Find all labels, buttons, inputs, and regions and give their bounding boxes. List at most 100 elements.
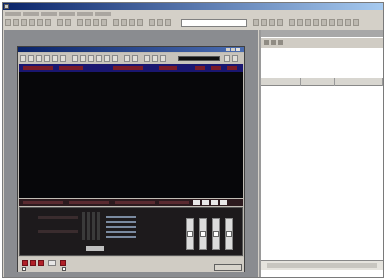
menu-item-5[interactable]	[77, 12, 93, 16]
toolbar-button[interactable]	[297, 19, 303, 26]
toolbar-button[interactable]	[289, 19, 295, 26]
track-tool-button[interactable]	[224, 55, 230, 62]
status-chip[interactable]	[211, 200, 218, 205]
menu-item-4[interactable]	[59, 12, 75, 16]
fader-knob[interactable]	[200, 231, 206, 237]
menu-item-1[interactable]	[5, 12, 21, 16]
status-chip[interactable]	[193, 200, 200, 205]
track-tool-button[interactable]	[20, 55, 26, 62]
toolbar-button[interactable]	[165, 19, 171, 26]
cut-icon[interactable]	[29, 19, 35, 26]
toolbar-button[interactable]	[345, 19, 351, 26]
track-tool-button[interactable]	[132, 55, 138, 62]
toolbar-button[interactable]	[329, 19, 335, 26]
track-tool-button[interactable]	[52, 55, 58, 62]
track-header-cell	[211, 66, 221, 70]
fader-knob[interactable]	[213, 231, 219, 237]
mixer-button[interactable]	[86, 246, 104, 251]
toolbar-button[interactable]	[157, 19, 163, 26]
track-tool-button[interactable]	[124, 55, 130, 62]
redo-icon[interactable]	[65, 19, 71, 26]
track-tool-button[interactable]	[144, 55, 150, 62]
paste-icon[interactable]	[45, 19, 51, 26]
status-segment	[69, 201, 109, 204]
open-icon[interactable]	[13, 19, 19, 26]
record-button[interactable]	[22, 260, 28, 266]
fader-knob[interactable]	[226, 231, 232, 237]
track-tool-button[interactable]	[152, 55, 158, 62]
record-button[interactable]	[30, 260, 36, 266]
status-chip[interactable]	[220, 200, 227, 205]
save-icon[interactable]	[21, 19, 27, 26]
fader-knob[interactable]	[187, 231, 193, 237]
status-chip[interactable]	[202, 200, 209, 205]
mixer-level-bar	[106, 231, 136, 233]
option-checkbox-1[interactable]	[22, 267, 26, 271]
track-tool-button[interactable]	[36, 55, 42, 62]
toolbar-button[interactable]	[313, 19, 319, 26]
maximize-icon[interactable]	[231, 48, 235, 51]
track-tool-button[interactable]	[112, 55, 118, 62]
new-icon[interactable]	[5, 19, 11, 26]
channel-fader[interactable]	[199, 218, 207, 250]
track-tool-button[interactable]	[80, 55, 86, 62]
toolbar-button[interactable]	[253, 19, 259, 26]
menu-item-3[interactable]	[41, 12, 57, 16]
channel-fader[interactable]	[225, 218, 233, 250]
track-tool-button[interactable]	[44, 55, 50, 62]
column-header[interactable]	[335, 78, 383, 86]
track-tool-button[interactable]	[72, 55, 78, 62]
toolbar-button[interactable]	[261, 19, 267, 26]
panel-tool-icon[interactable]	[271, 40, 276, 45]
toolbar-combo-box[interactable]	[181, 19, 247, 27]
print-icon[interactable]	[77, 19, 83, 26]
column-header[interactable]	[261, 78, 301, 86]
track-tool-button[interactable]	[88, 55, 94, 62]
menu-item-6[interactable]	[95, 12, 111, 16]
option-checkbox-2[interactable]	[62, 267, 66, 271]
track-list-panel[interactable]	[19, 64, 243, 198]
panel-tool-icon[interactable]	[264, 40, 269, 45]
level-meter	[87, 212, 90, 240]
menu-item-2[interactable]	[23, 12, 39, 16]
track-tool-button[interactable]	[160, 55, 166, 62]
track-tool-button[interactable]	[28, 55, 34, 62]
toolbar-button[interactable]	[353, 19, 359, 26]
status-segment	[159, 201, 189, 204]
toolbar-button[interactable]	[269, 19, 275, 26]
panel-tool-icon[interactable]	[278, 40, 283, 45]
horizontal-scrollbar[interactable]	[261, 260, 383, 270]
time-display	[178, 56, 220, 61]
channel-fader[interactable]	[212, 218, 220, 250]
close-icon[interactable]	[236, 48, 240, 51]
channel-fader[interactable]	[186, 218, 194, 250]
record-button[interactable]	[38, 260, 44, 266]
main-window	[2, 2, 384, 278]
toolbar-button[interactable]	[101, 19, 107, 26]
copy-icon[interactable]	[37, 19, 43, 26]
track-window	[17, 46, 245, 272]
stop-button[interactable]	[48, 260, 56, 266]
track-tool-button[interactable]	[60, 55, 66, 62]
toolbar-button[interactable]	[129, 19, 135, 26]
scrollbar-thumb[interactable]	[267, 263, 377, 268]
toolbar-button[interactable]	[85, 19, 91, 26]
toolbar-button[interactable]	[321, 19, 327, 26]
ok-button[interactable]	[214, 264, 242, 271]
toolbar-button[interactable]	[337, 19, 343, 26]
toolbar-button[interactable]	[121, 19, 127, 26]
record-button[interactable]	[60, 260, 66, 266]
track-header-cell	[195, 66, 205, 70]
toolbar-button[interactable]	[113, 19, 119, 26]
track-tool-button[interactable]	[104, 55, 110, 62]
track-tool-button[interactable]	[232, 55, 238, 62]
column-header[interactable]	[301, 78, 335, 86]
toolbar-button[interactable]	[277, 19, 283, 26]
toolbar-button[interactable]	[305, 19, 311, 26]
minimize-icon[interactable]	[226, 48, 230, 51]
undo-icon[interactable]	[57, 19, 63, 26]
track-tool-button[interactable]	[96, 55, 102, 62]
toolbar-button[interactable]	[137, 19, 143, 26]
toolbar-button[interactable]	[149, 19, 155, 26]
toolbar-button[interactable]	[93, 19, 99, 26]
